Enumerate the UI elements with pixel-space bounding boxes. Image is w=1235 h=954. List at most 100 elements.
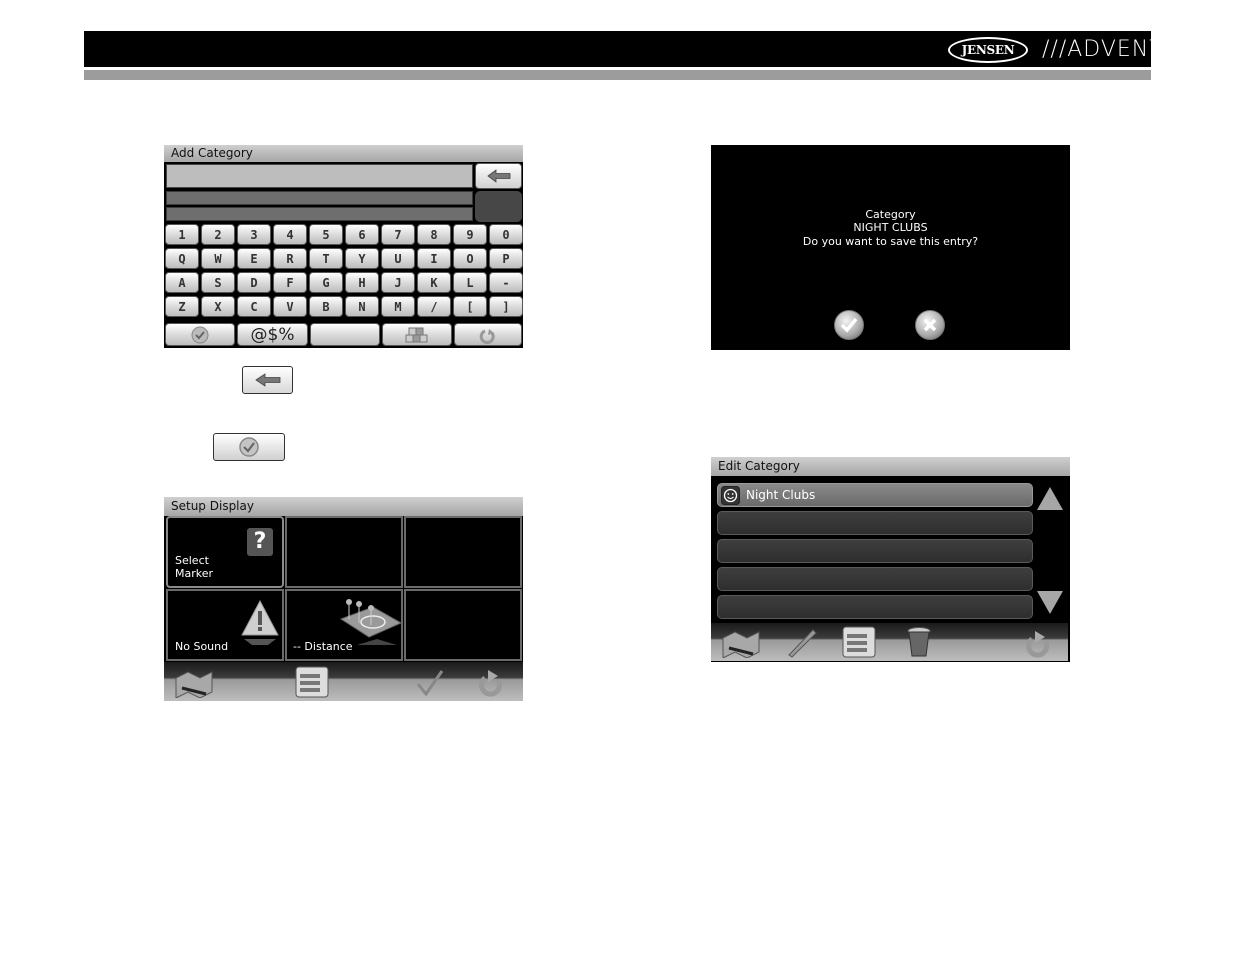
key-m[interactable]: M bbox=[381, 296, 415, 317]
key-l[interactable]: L bbox=[453, 272, 487, 293]
key-y[interactable]: Y bbox=[345, 248, 379, 269]
key-f[interactable]: F bbox=[273, 272, 307, 293]
cell-label: -- Distance bbox=[293, 640, 353, 653]
key-lbracket[interactable]: [ bbox=[453, 296, 487, 317]
key-1[interactable]: 1 bbox=[165, 224, 199, 245]
back-arrow-icon[interactable] bbox=[1023, 627, 1053, 659]
map-icon[interactable] bbox=[721, 628, 761, 658]
key-x[interactable]: X bbox=[201, 296, 235, 317]
dialog-question: Do you want to save this entry? bbox=[802, 235, 979, 248]
question-mark-icon: ? bbox=[247, 528, 273, 556]
key-d[interactable]: D bbox=[237, 272, 271, 293]
key-q[interactable]: Q bbox=[165, 248, 199, 269]
key-dash[interactable]: - bbox=[489, 272, 523, 293]
checkmark-icon bbox=[191, 326, 209, 344]
pencil-icon[interactable] bbox=[785, 626, 819, 658]
checkmark-icon bbox=[239, 437, 259, 457]
page-header-rule bbox=[84, 70, 1151, 80]
key-4[interactable]: 4 bbox=[273, 224, 307, 245]
category-list-item[interactable] bbox=[717, 539, 1033, 563]
key-t[interactable]: T bbox=[309, 248, 343, 269]
key-r[interactable]: R bbox=[273, 248, 307, 269]
key-a[interactable]: A bbox=[165, 272, 199, 293]
category-list-item[interactable] bbox=[717, 567, 1033, 591]
scroll-up-button[interactable] bbox=[1036, 485, 1064, 511]
layout-key[interactable] bbox=[382, 323, 452, 346]
key-b[interactable]: B bbox=[309, 296, 343, 317]
setup-cell-empty[interactable] bbox=[404, 589, 522, 661]
symbols-key[interactable]: @$% bbox=[237, 323, 308, 346]
screen-title: Setup Display bbox=[164, 497, 523, 516]
cell-label: No Sound bbox=[175, 640, 229, 653]
key-c[interactable]: C bbox=[237, 296, 271, 317]
smiley-icon bbox=[721, 486, 740, 505]
key-k[interactable]: K bbox=[417, 272, 451, 293]
arrow-left-icon bbox=[255, 373, 281, 387]
key-v[interactable]: V bbox=[273, 296, 307, 317]
key-8[interactable]: 8 bbox=[417, 224, 451, 245]
check-icon[interactable] bbox=[415, 668, 445, 698]
key-s[interactable]: S bbox=[201, 272, 235, 293]
key-j[interactable]: J bbox=[381, 272, 415, 293]
category-list-item[interactable]: Night Clubs bbox=[717, 483, 1033, 507]
warning-icon bbox=[241, 599, 279, 645]
key-slash[interactable]: / bbox=[417, 296, 451, 317]
scroll-down-button[interactable] bbox=[1036, 589, 1064, 615]
jensen-logo: JENSEN bbox=[948, 37, 1028, 63]
add-category-screen: Add Category 1234567890 QWERTYUIOP ASDFGHJ… bbox=[164, 145, 523, 348]
setup-cell-no-sound[interactable]: No Sound bbox=[166, 589, 284, 661]
keyboard-layout-icon bbox=[405, 327, 428, 343]
list-item-label: Night Clubs bbox=[746, 488, 816, 502]
checkmark-icon bbox=[840, 317, 858, 333]
key-z[interactable]: Z bbox=[165, 296, 199, 317]
back-key[interactable] bbox=[454, 323, 522, 346]
key-9[interactable]: 9 bbox=[453, 224, 487, 245]
key-e[interactable]: E bbox=[237, 248, 271, 269]
dialog-line-category: Category bbox=[865, 208, 916, 221]
key-rbracket[interactable]: ] bbox=[489, 296, 523, 317]
key-6[interactable]: 6 bbox=[345, 224, 379, 245]
key-g[interactable]: G bbox=[309, 272, 343, 293]
key-p[interactable]: P bbox=[489, 248, 523, 269]
category-list-item[interactable] bbox=[717, 595, 1033, 619]
cell-label-line1: Select bbox=[175, 554, 209, 567]
backspace-button[interactable] bbox=[475, 163, 522, 189]
category-list-item[interactable] bbox=[717, 511, 1033, 535]
list-icon[interactable] bbox=[294, 665, 330, 699]
key-i[interactable]: I bbox=[417, 248, 451, 269]
edit-category-screen: Edit Category Night Clubs bbox=[711, 457, 1070, 662]
key-o[interactable]: O bbox=[453, 248, 487, 269]
setup-cell-distance[interactable]: -- Distance bbox=[285, 589, 403, 661]
category-name-input[interactable] bbox=[166, 164, 473, 188]
key-n[interactable]: N bbox=[345, 296, 379, 317]
key-h[interactable]: H bbox=[345, 272, 379, 293]
setup-cell-select-marker[interactable]: ? Select Marker bbox=[166, 516, 284, 588]
back-arrow-icon[interactable] bbox=[476, 666, 506, 698]
key-7[interactable]: 7 bbox=[381, 224, 415, 245]
bottom-toolbar bbox=[711, 623, 1068, 661]
screen-title: Add Category bbox=[164, 145, 523, 162]
suggestion-line-1 bbox=[166, 191, 473, 205]
cell-label-line2: Marker bbox=[175, 567, 214, 580]
setup-cell-empty[interactable] bbox=[285, 516, 403, 588]
ok-key[interactable] bbox=[165, 323, 235, 346]
ok-button-legend bbox=[213, 433, 285, 461]
key-2[interactable]: 2 bbox=[201, 224, 235, 245]
setup-display-screen: Setup Display ? Select Marker No Sound -… bbox=[164, 497, 523, 701]
setup-cell-empty[interactable] bbox=[404, 516, 522, 588]
cancel-save-button[interactable] bbox=[915, 310, 945, 340]
key-u[interactable]: U bbox=[381, 248, 415, 269]
suggestion-line-2 bbox=[166, 207, 473, 221]
confirm-save-button[interactable] bbox=[834, 310, 864, 340]
space-key[interactable] bbox=[310, 323, 380, 346]
map-icon[interactable] bbox=[174, 668, 214, 698]
list-icon[interactable] bbox=[841, 625, 877, 659]
backspace-button-legend bbox=[242, 366, 293, 394]
key-3[interactable]: 3 bbox=[237, 224, 271, 245]
blank-key bbox=[475, 191, 522, 222]
key-w[interactable]: W bbox=[201, 248, 235, 269]
close-icon bbox=[923, 318, 937, 332]
trash-icon[interactable] bbox=[906, 626, 932, 658]
key-0[interactable]: 0 bbox=[489, 224, 523, 245]
key-5[interactable]: 5 bbox=[309, 224, 343, 245]
